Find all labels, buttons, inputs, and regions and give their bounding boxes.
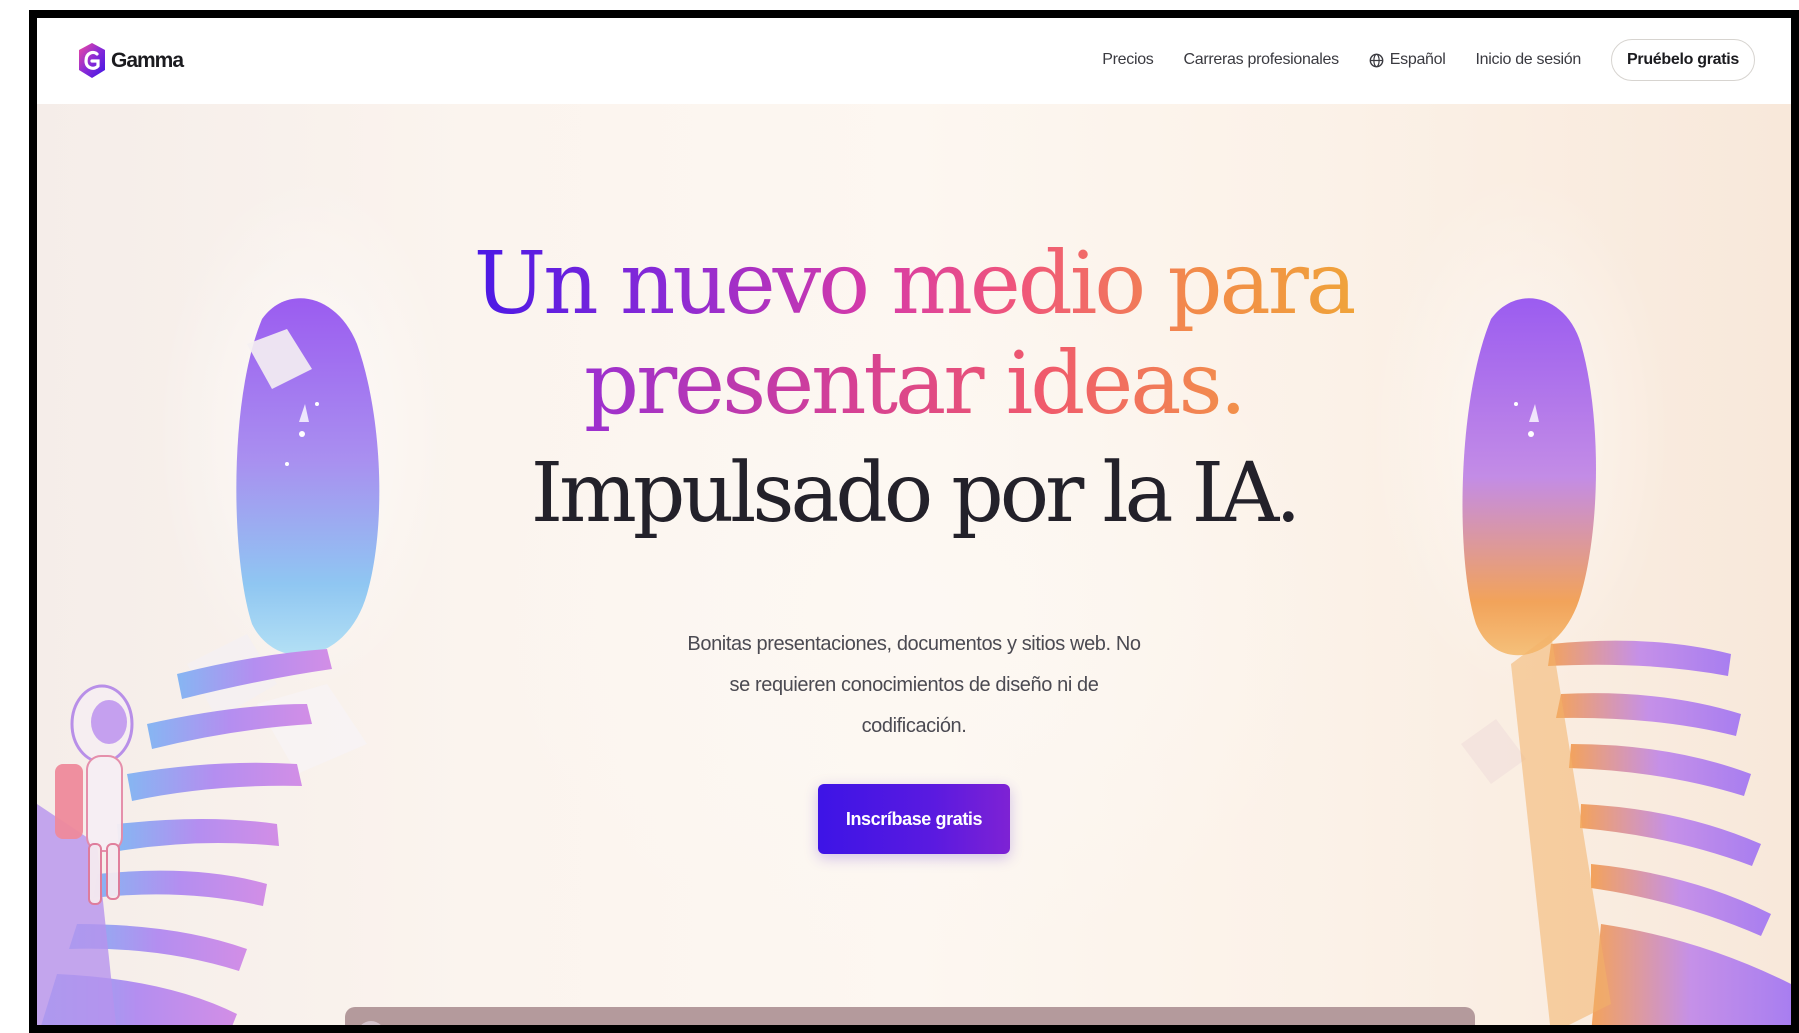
left-margin (0, 0, 29, 1033)
headline-line-2: presentar ideas. (37, 334, 1791, 434)
nav-link-careers[interactable]: Carreras profesionales (1183, 51, 1340, 69)
headline-gradient-text-2: presentar ideas. (584, 334, 1247, 434)
product-preview-top (345, 1007, 1475, 1033)
nav-links: Precios Carreras profesionales Español I… (1072, 39, 1755, 81)
gamma-logo-icon (79, 43, 105, 78)
nav-link-pricing[interactable]: Precios (1102, 51, 1154, 69)
brand-name: Gamma (111, 49, 184, 72)
globe-icon (1369, 53, 1384, 67)
nav-link-label: Español (1389, 51, 1446, 68)
try-free-button[interactable]: Pruébelo gratis (1611, 39, 1755, 81)
headline-line-3: Impulsado por la IA. (530, 446, 1302, 541)
nav-link-login[interactable]: Inicio de sesión (1476, 51, 1582, 69)
language-selector[interactable]: Español (1369, 51, 1446, 69)
preview-logo-icon (357, 1021, 385, 1025)
headline-gradient-text: Un nuevo medio para (473, 234, 1357, 334)
top-navigation: Gamma Precios Carreras profesionales Esp… (37, 18, 1791, 105)
signup-free-button[interactable]: Inscríbase gratis (818, 784, 1010, 854)
headline-line-1: Un nuevo medio para (37, 234, 1791, 334)
menu-icon (1421, 1025, 1435, 1033)
nav-link-label: Inicio de sesión (1475, 51, 1582, 68)
nav-link-label: Carreras profesionales (1183, 51, 1340, 68)
hero-section: Un nuevo medio para presentar ideas. Imp… (37, 104, 1791, 1033)
browser-viewport: Gamma Precios Carreras profesionales Esp… (29, 10, 1799, 1033)
hero-subtitle: Bonitas presentaciones, documentos y sit… (687, 633, 1141, 737)
brand-logo[interactable]: Gamma (77, 42, 184, 80)
nav-link-label: Precios (1102, 51, 1154, 68)
